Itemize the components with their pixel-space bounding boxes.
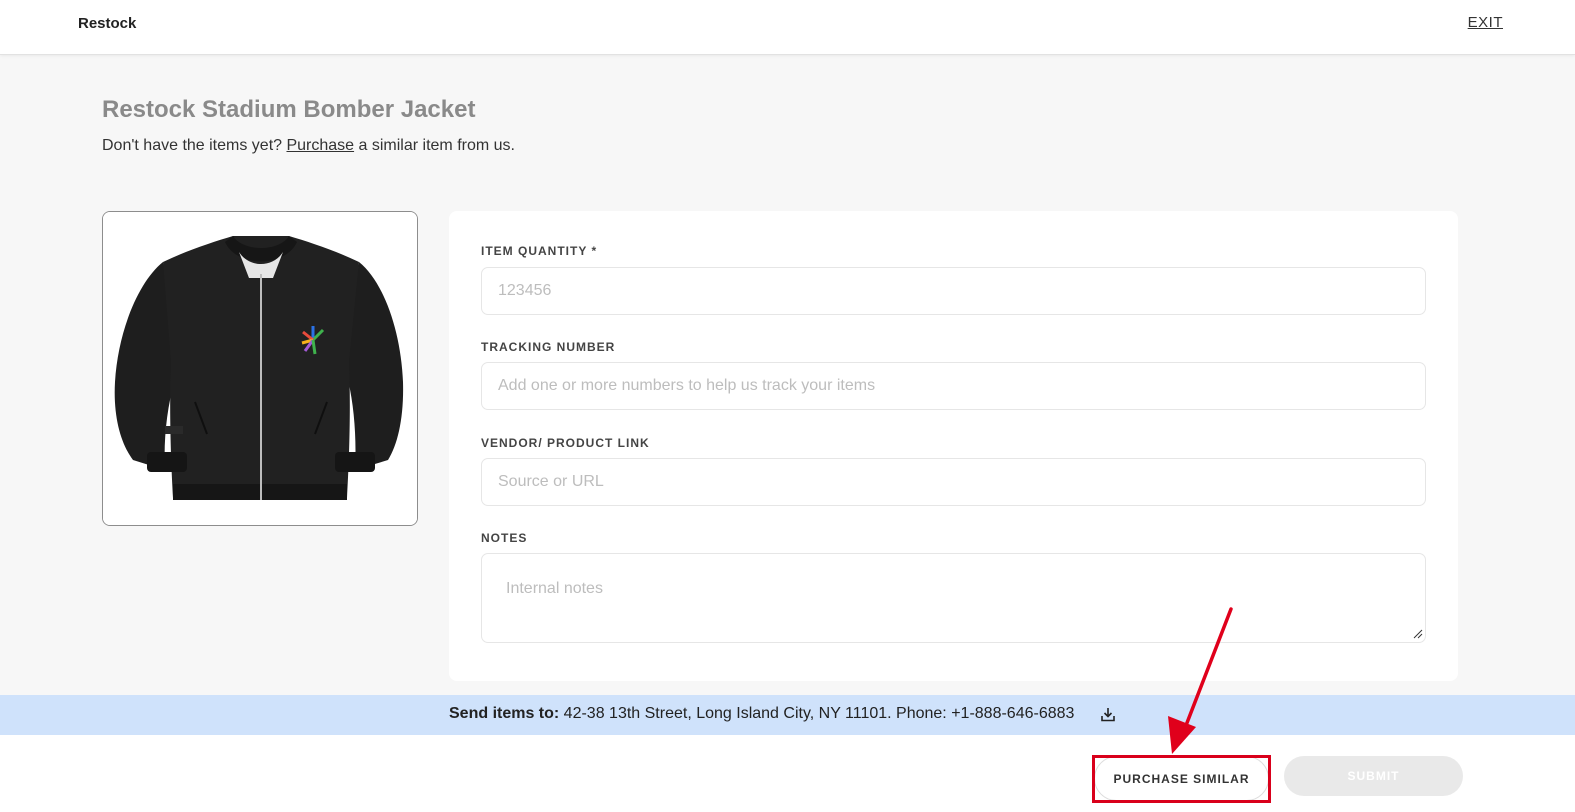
product-image-card xyxy=(102,211,418,526)
shipping-info-bar: Send items to: 42-38 13th Street, Long I… xyxy=(0,695,1575,735)
shipping-info-text: Send items to: 42-38 13th Street, Long I… xyxy=(449,705,1074,723)
tracking-number-label: TRACKING NUMBER xyxy=(481,340,616,354)
item-quantity-label: ITEM QUANTITY * xyxy=(481,244,598,258)
download-icon[interactable] xyxy=(1101,707,1115,722)
purchase-similar-button[interactable]: PURCHASE SIMILAR xyxy=(1094,756,1269,801)
product-image xyxy=(103,212,417,525)
submit-button[interactable]: SUBMIT xyxy=(1284,756,1463,796)
restock-form: ITEM QUANTITY * TRACKING NUMBER VENDOR/ … xyxy=(449,211,1458,681)
shipping-label: Send items to: xyxy=(449,705,560,722)
vendor-link-label: VENDOR/ PRODUCT LINK xyxy=(481,436,650,450)
page-title: Restock Stadium Bomber Jacket xyxy=(102,96,476,123)
tracking-number-input[interactable] xyxy=(481,362,1426,410)
subtitle-text-before: Don't have the items yet? xyxy=(102,137,287,154)
subtitle-text-after: a similar item from us. xyxy=(354,137,515,154)
exit-link[interactable]: EXIT xyxy=(1468,14,1503,31)
footer-actions: PURCHASE SIMILAR SUBMIT xyxy=(0,735,1575,812)
resize-grip-icon[interactable] xyxy=(1413,629,1423,639)
vendor-link-input[interactable] xyxy=(481,458,1426,506)
brand-name: Restock xyxy=(78,15,137,32)
notes-label: NOTES xyxy=(481,531,528,545)
notes-textarea[interactable] xyxy=(481,553,1426,643)
item-quantity-input[interactable] xyxy=(481,267,1426,315)
purchase-link[interactable]: Purchase xyxy=(286,137,354,154)
top-bar: Restock EXIT xyxy=(0,0,1575,55)
page-subtitle: Don't have the items yet? Purchase a sim… xyxy=(102,137,515,155)
shipping-address: 42-38 13th Street, Long Island City, NY … xyxy=(559,705,1075,722)
